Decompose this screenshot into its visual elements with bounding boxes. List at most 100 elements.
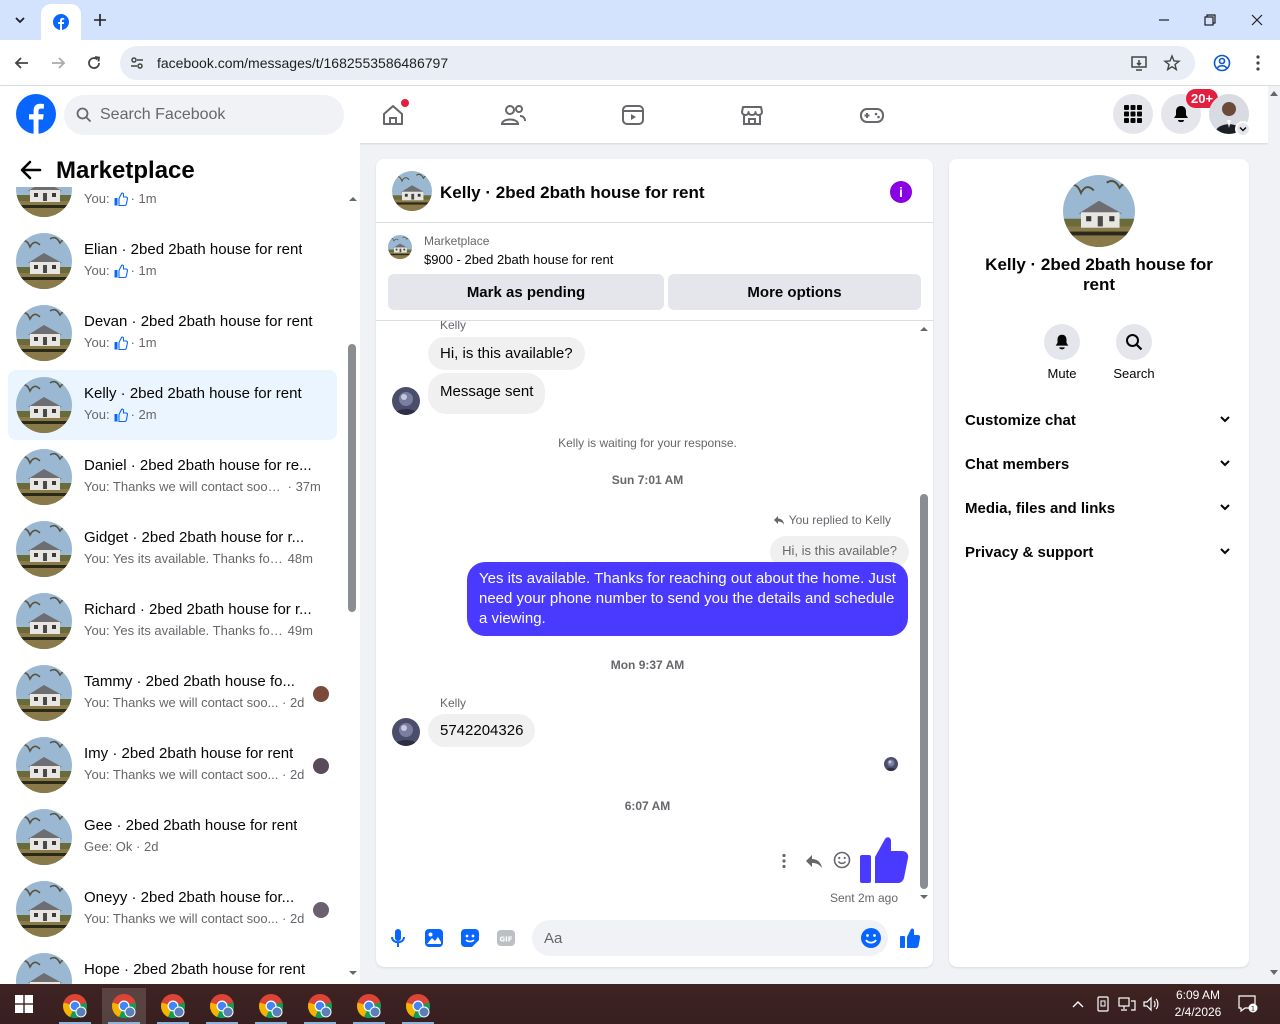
- more-actions-icon[interactable]: [781, 853, 787, 869]
- facebook-search-input[interactable]: [100, 95, 330, 135]
- sticker-icon[interactable]: [458, 926, 482, 950]
- send-like-icon[interactable]: [898, 926, 922, 950]
- conversation-item[interactable]: Hope · 2bed 2bath house for rent: [8, 946, 337, 984]
- info-section-row[interactable]: Chat members: [957, 443, 1241, 487]
- attach-photo-icon[interactable]: [422, 926, 446, 950]
- incoming-message[interactable]: Hi, is this available?: [428, 337, 585, 370]
- back-arrow-icon[interactable]: [10, 51, 34, 75]
- reply-icon[interactable]: [805, 852, 823, 870]
- big-like-thumbs-up-icon[interactable]: [858, 833, 910, 885]
- conversation-name: Gidget · 2bed 2bath house for r...: [84, 529, 305, 546]
- kelly-avatar[interactable]: [392, 387, 420, 415]
- conversation-item[interactable]: Richard · 2bed 2bath house for r... You: …: [8, 586, 337, 656]
- bell-icon: [1044, 324, 1080, 360]
- conversation-item[interactable]: Tammy · 2bed 2bath house fo... You: Thank…: [8, 658, 337, 728]
- notification-center-icon[interactable]: 1: [1236, 984, 1260, 1024]
- conversation-snippet: You: · 2m: [84, 407, 157, 422]
- facebook-logo-icon[interactable]: [16, 94, 56, 134]
- chat-header: Kelly · 2bed 2bath house for rent i: [376, 159, 933, 223]
- marketplace-icon[interactable]: [737, 100, 767, 130]
- conversation-item[interactable]: Oneyy · 2bed 2bath house for... You: Than…: [8, 874, 337, 944]
- reload-icon[interactable]: [82, 51, 106, 75]
- incoming-message[interactable]: 5742204326: [428, 714, 536, 747]
- chrome-taskbar-icon[interactable]: [396, 988, 440, 1024]
- message-input[interactable]: [532, 920, 888, 956]
- chrome-taskbar-icon[interactable]: [102, 988, 146, 1024]
- forward-arrow-icon[interactable]: [46, 51, 70, 75]
- info-section-row[interactable]: Media, files and links: [957, 487, 1241, 531]
- listing-title[interactable]: $900 - 2bed 2bath house for rent: [424, 252, 613, 267]
- chat-title[interactable]: Kelly · 2bed 2bath house for rent: [440, 183, 705, 203]
- new-tab-button[interactable]: [88, 8, 112, 32]
- facebook-search[interactable]: [64, 95, 344, 135]
- like-icon: [114, 408, 128, 422]
- conversation-thumbnail: [16, 809, 72, 865]
- microphone-icon[interactable]: [386, 926, 410, 950]
- conversation-item[interactable]: Gidget · 2bed 2bath house for r... You: Y…: [8, 514, 337, 584]
- conversation-item[interactable]: Daniel · 2bed 2bath house for re... You: …: [8, 442, 337, 512]
- chrome-taskbar-icon[interactable]: [249, 988, 293, 1024]
- conversation-item[interactable]: Imy · 2bed 2bath house for rent You: Than…: [8, 730, 337, 800]
- mute-button[interactable]: Mute: [1032, 324, 1092, 381]
- conversation-snippet: Gee: Ok · 2d: [84, 839, 159, 854]
- reply-arrow-icon: [773, 516, 784, 525]
- browser-menu-icon[interactable]: [1246, 51, 1270, 75]
- conversation-item[interactable]: Elian · 2bed 2bath house for rent You: · 1…: [8, 226, 337, 296]
- gaming-icon[interactable]: [857, 100, 887, 130]
- address-bar[interactable]: facebook.com/messages/t/1682553586486797: [120, 46, 1195, 80]
- minimize-icon[interactable]: [1152, 8, 1176, 32]
- more-options-button[interactable]: More options: [668, 274, 921, 310]
- video-icon[interactable]: [618, 100, 648, 130]
- like-icon: [114, 264, 128, 278]
- incoming-message[interactable]: Message sent: [428, 373, 546, 414]
- info-icon[interactable]: i: [890, 181, 912, 203]
- chrome-taskbar-icon[interactable]: [347, 988, 391, 1024]
- windows-start-icon[interactable]: [2, 984, 46, 1024]
- emoji-icon[interactable]: [859, 926, 883, 950]
- outgoing-message[interactable]: Yes its available. Thanks for reaching o…: [467, 562, 908, 636]
- volume-icon[interactable]: [1141, 984, 1161, 1024]
- restore-icon[interactable]: [1198, 8, 1222, 32]
- chrome-taskbar-icon[interactable]: [200, 988, 244, 1024]
- sender-name: Kelly: [440, 321, 467, 332]
- browser-tab-facebook[interactable]: [41, 4, 81, 40]
- conversation-item[interactable]: Gee · 2bed 2bath house for rent Gee: Ok ·…: [8, 802, 337, 872]
- info-section-row[interactable]: Customize chat: [957, 399, 1241, 443]
- back-arrow-icon[interactable]: [20, 160, 42, 180]
- mark-as-pending-button[interactable]: Mark as pending: [388, 274, 664, 310]
- chrome-taskbar-icon[interactable]: [151, 988, 195, 1024]
- system-clock[interactable]: 6:09 AM 2/4/2026: [1163, 987, 1233, 1021]
- info-avatar[interactable]: [1063, 175, 1135, 247]
- chat-avatar[interactable]: [392, 171, 432, 211]
- gif-icon[interactable]: GIF: [494, 926, 518, 950]
- timestamp: Mon 9:37 AM: [610, 658, 685, 672]
- conversation-item[interactable]: Devan · 2bed 2bath house for rent You: · 1…: [8, 298, 337, 368]
- page-scrollbar[interactable]: [1268, 86, 1280, 984]
- chat-scrollbar-thumb[interactable]: [920, 494, 928, 889]
- menu-grid-icon[interactable]: [1113, 94, 1153, 134]
- profile-icon[interactable]: [1210, 51, 1234, 75]
- tray-chevron-up-icon[interactable]: [1070, 984, 1086, 1024]
- facebook-favicon-icon: [53, 14, 69, 30]
- search-in-chat-button[interactable]: Search: [1104, 324, 1164, 381]
- close-window-icon[interactable]: [1245, 8, 1269, 32]
- conversation-item[interactable]: Kelly · 2bed 2bath house for rent You: · 2…: [8, 370, 337, 440]
- conversation-thumbnail: [16, 737, 72, 793]
- conversation-list[interactable]: You: · 1m Elian · 2bed 2bath house for ren…: [0, 143, 345, 984]
- sidebar-header: Marketplace: [0, 143, 346, 187]
- tray-device-icon[interactable]: [1094, 984, 1112, 1024]
- account-chevron-down-icon[interactable]: [1235, 121, 1251, 137]
- kelly-avatar[interactable]: [392, 718, 420, 746]
- listing-thumbnail[interactable]: [388, 235, 412, 259]
- chrome-taskbar-icon[interactable]: [298, 988, 342, 1024]
- chrome-taskbar-icon[interactable]: [53, 988, 97, 1024]
- info-section-label: Chat members: [965, 456, 1070, 473]
- react-smiley-icon[interactable]: [833, 851, 851, 869]
- info-section-row[interactable]: Privacy & support: [957, 531, 1241, 575]
- tab-search-icon[interactable]: [8, 8, 32, 32]
- network-icon[interactable]: [1117, 984, 1137, 1024]
- conversation-snippet: You: · 1m: [84, 335, 157, 350]
- sidebar-scrollbar-thumb[interactable]: [348, 344, 356, 612]
- conversation-snippet: You: Yes its available. Thanks for r... …: [84, 623, 313, 638]
- friends-icon[interactable]: [498, 100, 528, 130]
